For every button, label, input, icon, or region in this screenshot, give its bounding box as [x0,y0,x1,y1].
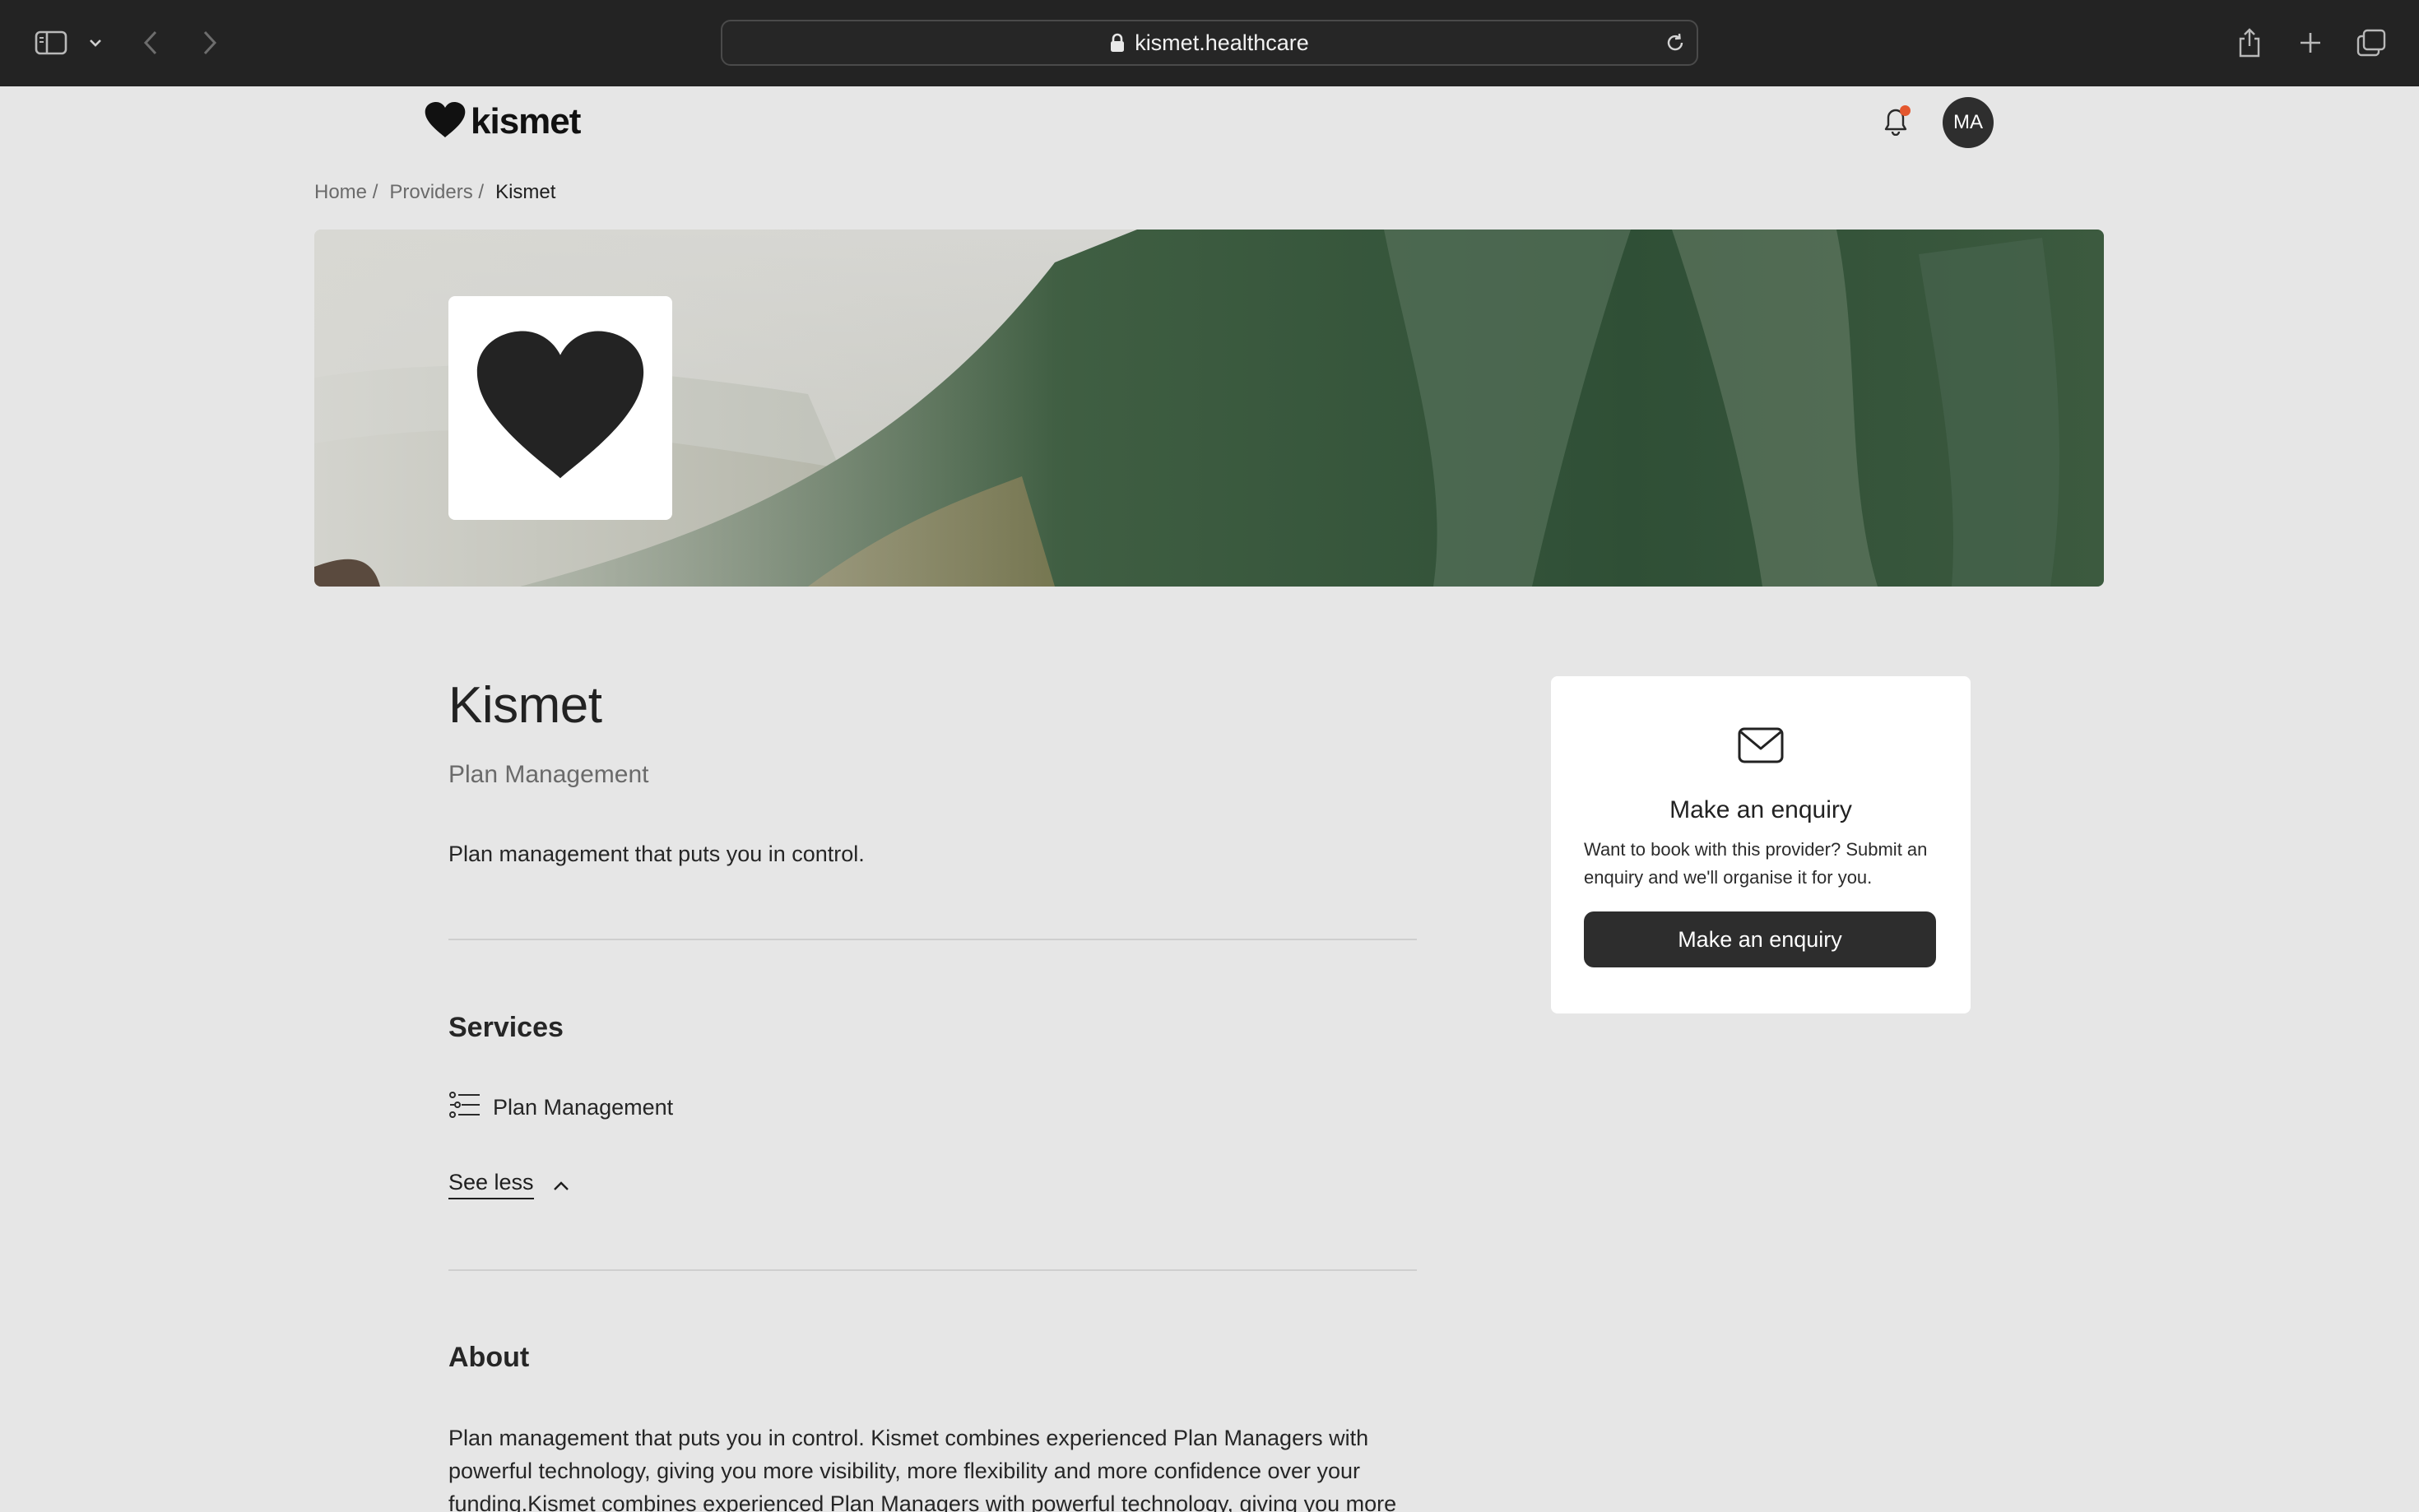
service-item: Plan Management [448,1091,673,1125]
notifications-button[interactable] [1878,105,1914,141]
provider-logo [448,296,672,520]
see-less-toggle[interactable]: See less [448,1170,570,1199]
provider-tagline: Plan management that puts you in control… [448,842,865,866]
enquiry-description: Want to book with this provider? Submit … [1584,839,1928,888]
make-enquiry-button[interactable]: Make an enquiry [1584,911,1936,967]
about-text: Plan management that puts you in control… [448,1426,1397,1512]
service-label: Plan Management [493,1095,674,1120]
about-heading: About [448,1342,530,1373]
enquiry-title: Make an enquiry [1669,796,1852,823]
provider-name: Kismet [448,677,602,734]
url-text: kismet.healthcare [1135,30,1309,55]
section-divider [448,1269,1417,1271]
breadcrumb-home[interactable]: Home / [314,181,378,204]
chevron-down-icon[interactable] [86,18,105,67]
breadcrumb-providers[interactable]: Providers / [389,181,484,204]
new-tab-icon[interactable] [2296,18,2325,67]
enquiry-card: Make an enquiry Want to book with this p… [1551,676,1971,1013]
reload-icon[interactable] [1664,31,1687,54]
browser-toolbar: kismet.healthcare [0,0,2419,86]
sidebar-toggle-icon[interactable] [31,18,71,67]
section-divider [448,939,1417,940]
address-bar[interactable]: kismet.healthcare [721,20,1698,66]
share-icon[interactable] [2235,18,2264,67]
heart-icon [475,330,646,486]
back-arrow-icon[interactable] [138,18,165,67]
breadcrumb: Home / Providers / Kismet [314,181,555,204]
chevron-up-icon [552,1172,570,1198]
lock-icon [1110,33,1125,53]
notification-dot [1900,105,1911,116]
kismet-logo[interactable]: kismet [425,100,581,143]
forward-arrow-icon[interactable] [196,18,222,67]
tab-overview-icon[interactable] [2355,18,2388,67]
logo-text: kismet [471,101,581,141]
services-heading: Services [448,1012,564,1043]
heart-logo-icon [425,101,466,142]
list-settings-icon [448,1091,481,1125]
avatar[interactable]: MA [1943,97,1994,148]
envelope-icon [1738,726,1784,765]
provider-category: Plan Management [448,761,649,788]
breadcrumb-current: Kismet [495,181,556,203]
see-less-label: See less [448,1170,534,1199]
